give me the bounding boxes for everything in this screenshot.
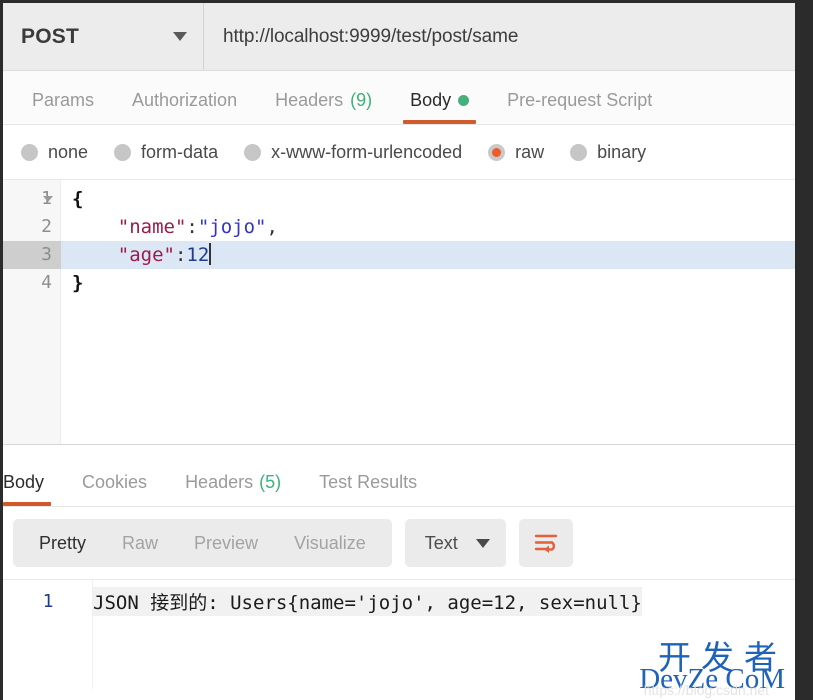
tab-body[interactable]: Body xyxy=(391,90,488,124)
radio-x-www-form-urlencoded-icon xyxy=(244,143,262,161)
view-mode-raw[interactable]: Raw xyxy=(104,519,176,567)
response-format-select[interactable]: Text xyxy=(404,519,506,567)
view-mode-pretty[interactable]: Pretty xyxy=(21,519,104,567)
response-tab-body-label: Body xyxy=(3,472,45,492)
editor-line-number: 2 xyxy=(41,216,52,237)
radio-raw-label: raw xyxy=(515,141,545,162)
response-body-viewer[interactable]: 1 JSON 接到的: Users{name='jojo', age=12, s… xyxy=(3,579,795,689)
tab-authorization-label: Authorization xyxy=(132,90,238,110)
radio-raw[interactable]: raw xyxy=(488,142,544,163)
editor-line-text: "age":12 xyxy=(117,243,212,266)
radio-raw-icon xyxy=(488,143,506,161)
editor-line-number: 1 xyxy=(41,188,53,209)
tab-headers-count: (9) xyxy=(350,90,373,110)
editor-code-area[interactable]: 1{2 "name":"jojo", 3 "age":12 4} xyxy=(3,180,795,297)
tab-body-label: Body xyxy=(410,90,452,110)
editor-line-number: 3 xyxy=(3,241,61,269)
body-modified-dot-icon xyxy=(458,95,470,106)
editor-line-number: 4 xyxy=(41,272,52,293)
tab-pre-request-script-label: Pre-request Script xyxy=(507,90,653,110)
view-mode-preview[interactable]: Preview xyxy=(176,519,276,567)
chevron-down-icon xyxy=(173,32,187,41)
view-mode-preview-label: Preview xyxy=(194,533,259,553)
tab-params[interactable]: Params xyxy=(13,90,113,124)
view-mode-visualize[interactable]: Visualize xyxy=(276,519,384,567)
editor-line[interactable]: 2 "name":"jojo", xyxy=(3,213,795,241)
view-mode-pretty-label: Pretty xyxy=(39,533,87,553)
editor-line-text: } xyxy=(72,272,84,294)
view-mode-raw-label: Raw xyxy=(122,533,159,553)
response-tab-body[interactable]: Body xyxy=(3,472,63,506)
http-method-selector[interactable]: POST xyxy=(3,3,204,70)
word-wrap-icon xyxy=(534,534,557,553)
request-url-bar: POST http://localhost:9999/test/post/sam… xyxy=(3,3,795,71)
tab-headers-label: Headers xyxy=(275,90,344,110)
response-toolbar: Pretty Raw Preview Visualize Text xyxy=(3,507,795,579)
response-format-value: Text xyxy=(424,532,458,553)
radio-binary-label: binary xyxy=(597,141,647,162)
editor-line-text: { xyxy=(72,188,84,210)
view-mode-visualize-label: Visualize xyxy=(294,533,366,553)
response-tab-headers[interactable]: Headers (5) xyxy=(166,472,300,506)
response-tab-headers-label: Headers xyxy=(185,472,254,492)
request-tab-bar: Params Authorization Headers (9) Body Pr… xyxy=(3,71,795,125)
response-tab-test-results-label: Test Results xyxy=(319,472,418,492)
tab-authorization[interactable]: Authorization xyxy=(113,90,256,124)
url-input[interactable]: http://localhost:9999/test/post/same xyxy=(204,3,795,70)
editor-line[interactable]: 4} xyxy=(3,269,795,297)
response-view-mode-group: Pretty Raw Preview Visualize xyxy=(13,519,392,567)
word-wrap-button[interactable] xyxy=(518,519,573,567)
radio-binary[interactable]: binary xyxy=(570,142,646,163)
response-tab-test-results[interactable]: Test Results xyxy=(300,472,436,506)
radio-x-www-form-urlencoded[interactable]: x-www-form-urlencoded xyxy=(244,142,462,163)
text-cursor xyxy=(209,243,212,265)
radio-none[interactable]: none xyxy=(21,142,88,163)
http-method-label: POST xyxy=(21,24,79,48)
tab-pre-request-script[interactable]: Pre-request Script xyxy=(488,90,671,124)
editor-line-text: "name":"jojo", xyxy=(117,216,278,238)
radio-form-data-icon xyxy=(114,143,132,161)
tab-headers[interactable]: Headers (9) xyxy=(256,90,391,124)
response-tab-bar: Body Cookies Headers (5) Test Results xyxy=(3,445,795,507)
response-tab-cookies[interactable]: Cookies xyxy=(63,472,166,506)
radio-x-www-form-urlencoded-label: x-www-form-urlencoded xyxy=(271,141,463,162)
postman-window: POST http://localhost:9999/test/post/sam… xyxy=(3,3,795,700)
radio-form-data-label: form-data xyxy=(141,141,219,162)
fold-triangle-icon[interactable] xyxy=(43,196,53,202)
radio-none-icon xyxy=(21,143,38,161)
request-body-editor[interactable]: 1{2 "name":"jojo", 3 "age":12 4} xyxy=(3,180,795,445)
response-tab-headers-count: (5) xyxy=(259,472,282,492)
chevron-down-icon xyxy=(475,538,490,548)
radio-binary-icon xyxy=(570,143,588,161)
response-body-text: JSON 接到的: Users{name='jojo', age=12, sex… xyxy=(93,587,642,616)
editor-line[interactable]: 3 "age":12 xyxy=(3,241,795,269)
radio-none-label: none xyxy=(48,141,89,162)
body-type-radio-group: none form-data x-www-form-urlencoded raw… xyxy=(3,125,795,180)
url-input-value: http://localhost:9999/test/post/same xyxy=(223,25,519,47)
response-body-line: 1 JSON 接到的: Users{name='jojo', age=12, s… xyxy=(3,580,795,616)
radio-form-data[interactable]: form-data xyxy=(114,142,218,163)
editor-line[interactable]: 1{ xyxy=(3,185,795,213)
tab-params-label: Params xyxy=(32,90,95,110)
response-line-number: 1 xyxy=(42,591,54,612)
response-tab-cookies-label: Cookies xyxy=(82,472,148,492)
